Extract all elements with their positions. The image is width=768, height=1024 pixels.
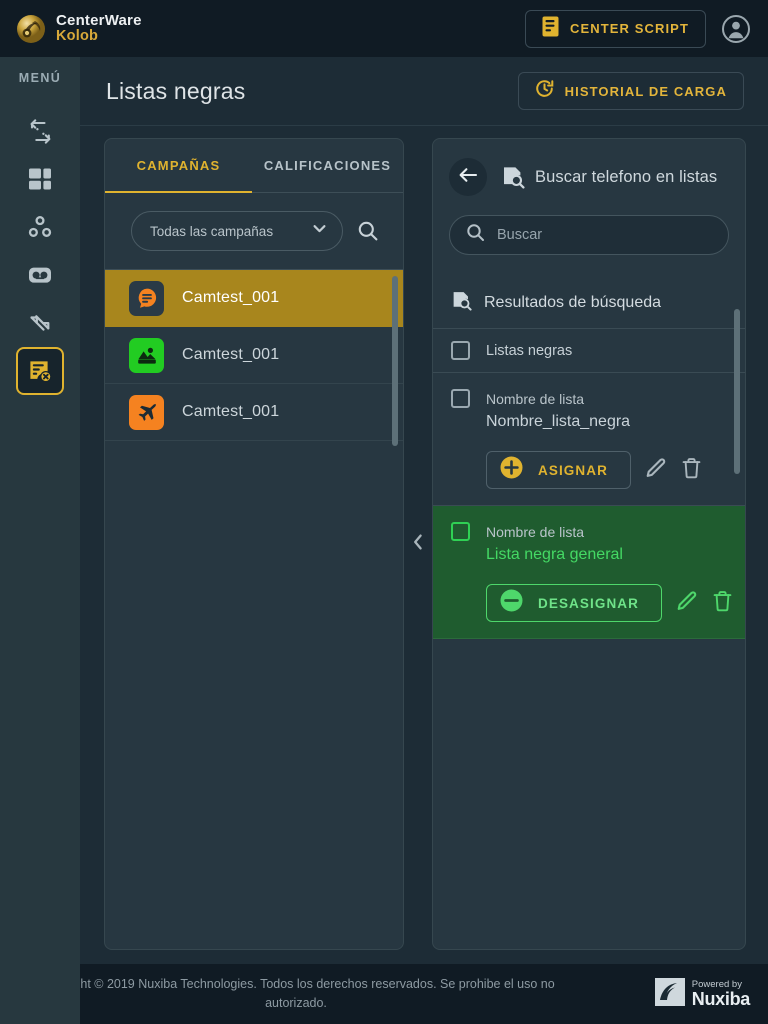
campaign-search-button[interactable] — [357, 220, 381, 242]
sidebar: MENÚ — [0, 57, 80, 1024]
delete-list-button[interactable] — [712, 590, 733, 617]
assign-label: ASIGNAR — [538, 462, 608, 478]
list-name-value: Nombre_lista_negra — [486, 413, 631, 430]
list-name-key: Nombre de lista — [486, 524, 585, 541]
edit-list-button[interactable] — [645, 457, 667, 484]
sidebar-nav-list — [0, 107, 80, 395]
centerware-swirl-logo-icon — [16, 14, 46, 44]
results-scrollbar[interactable] — [734, 309, 740, 474]
trash-icon — [681, 457, 702, 484]
tab-campanas[interactable]: CAMPAÑAS — [105, 139, 253, 193]
page-title: Listas negras — [106, 77, 246, 104]
list-item[interactable]: Camtest_001 — [105, 327, 403, 384]
minus-circle-icon — [499, 588, 524, 618]
sidebar-menu-label: MENÚ — [18, 71, 62, 85]
sidebar-item-dashboard[interactable] — [16, 155, 64, 203]
sidebar-item-blacklists[interactable] — [16, 347, 64, 395]
brand-logo[interactable]: CenterWare Kolob — [16, 13, 142, 44]
user-account-icon[interactable] — [722, 14, 750, 43]
tab-calificaciones[interactable]: CALIFICACIONES — [252, 139, 403, 192]
dashboard-grid-icon — [27, 166, 53, 192]
footer-copyright: Copyright © 2019 Nuxiba Technologies. To… — [37, 977, 555, 1010]
campaign-select-value: Todas las campañas — [150, 223, 274, 239]
checkbox-listas-negras[interactable] — [451, 341, 470, 360]
powered-by-nuxiba: Powered by Nuxiba — [654, 977, 751, 1012]
unassign-button[interactable]: DESASIGNAR — [486, 584, 663, 623]
plus-circle-icon — [499, 455, 524, 485]
list-blocked-icon — [27, 358, 53, 384]
result-row-label: Listas negras — [486, 342, 573, 359]
edit-list-button[interactable] — [676, 590, 698, 617]
list-name-key: Nombre de lista — [486, 391, 585, 407]
assign-button[interactable]: ASIGNAR — [486, 451, 631, 490]
table-row: Nombre de lista Lista negra general DESA… — [433, 506, 745, 640]
top-bar: CenterWare Kolob CENTER SCRIPT — [0, 0, 768, 57]
search-icon — [466, 223, 485, 247]
phone-search-field[interactable] — [449, 215, 729, 255]
list-item[interactable]: Camtest_001 — [105, 270, 403, 327]
list-item-label: Camtest_001 — [182, 403, 280, 420]
center-script-button[interactable]: CENTER SCRIPT — [524, 9, 706, 48]
campaign-filter-row: Todas las campañas — [105, 193, 403, 269]
table-row: Nombre de lista Nombre_lista_negra ASIGN… — [433, 373, 745, 507]
center-script-label: CENTER SCRIPT — [569, 21, 689, 36]
activity-arrows-icon — [27, 310, 53, 336]
sidebar-item-groups[interactable] — [16, 203, 64, 251]
main-content: CAMPAÑAS CALIFICACIONES Todas las campañ… — [80, 126, 768, 964]
phone-search-panel: Buscar telefono en listas Buscar Resulta… — [432, 138, 746, 950]
search-input[interactable] — [497, 227, 712, 243]
checkbox-list-1[interactable] — [451, 389, 470, 408]
transfer-refresh-icon — [27, 118, 54, 145]
pencil-icon — [676, 590, 698, 617]
voicemail-robot-icon — [27, 262, 53, 288]
campaign-list: Camtest_001 Camtest_001 Camtest_001 — [105, 269, 403, 949]
nodes-group-icon — [27, 214, 53, 240]
list-item[interactable]: Camtest_001 — [105, 384, 403, 441]
checkbox-list-2[interactable] — [451, 522, 470, 542]
back-button[interactable] — [449, 158, 487, 196]
nuxiba-wave-logo-icon — [654, 977, 685, 1012]
search-panel-title: Buscar telefono en listas — [535, 167, 718, 186]
list-item-label: Camtest_001 — [182, 289, 280, 306]
results-heading-label: Resultados de búsqueda — [484, 293, 662, 311]
list-name-value: Lista negra general — [486, 546, 623, 564]
arrow-left-icon — [458, 166, 478, 189]
pencil-icon — [645, 457, 667, 484]
sidebar-item-transfer[interactable] — [16, 107, 64, 155]
search-in-lists-icon — [451, 290, 472, 316]
delete-list-button[interactable] — [681, 457, 702, 484]
chevron-down-icon — [311, 220, 328, 242]
sidebar-item-activity[interactable] — [16, 299, 64, 347]
page-header: Listas negras HISTORIAL DE CARGA — [80, 57, 768, 126]
history-load-label: HISTORIAL DE CARGA — [564, 83, 727, 99]
image-landscape-icon — [129, 337, 164, 373]
panel-collapse-handle[interactable] — [404, 138, 432, 950]
chat-bubble-icon — [129, 280, 164, 316]
nuxiba-wordmark: Nuxiba — [691, 988, 751, 1009]
brand-name-primary: CenterWare — [56, 12, 142, 30]
history-clock-icon — [535, 79, 554, 103]
brand-name-secondary: Kolob — [56, 27, 99, 44]
panel-tabs: CAMPAÑAS CALIFICACIONES — [105, 139, 403, 193]
chevron-left-icon — [411, 532, 425, 557]
campaign-select[interactable]: Todas las campañas — [131, 211, 343, 251]
script-document-icon — [542, 16, 559, 42]
result-row-blacklists[interactable]: Listas negras — [433, 329, 745, 373]
search-panel-header: Buscar telefono en listas — [433, 139, 745, 215]
results-heading: Resultados de búsqueda — [433, 277, 745, 329]
sidebar-item-recordings[interactable] — [16, 251, 64, 299]
unassign-label: DESASIGNAR — [538, 595, 640, 611]
airplane-icon — [129, 394, 164, 430]
campaigns-panel: CAMPAÑAS CALIFICACIONES Todas las campañ… — [104, 138, 404, 950]
search-in-lists-icon — [501, 165, 525, 189]
footer: Copyright © 2019 Nuxiba Technologies. To… — [0, 964, 768, 1024]
campaign-list-scrollbar[interactable] — [392, 276, 398, 446]
history-load-button[interactable]: HISTORIAL DE CARGA — [517, 72, 744, 110]
trash-icon — [712, 590, 733, 617]
list-item-label: Camtest_001 — [182, 346, 280, 363]
